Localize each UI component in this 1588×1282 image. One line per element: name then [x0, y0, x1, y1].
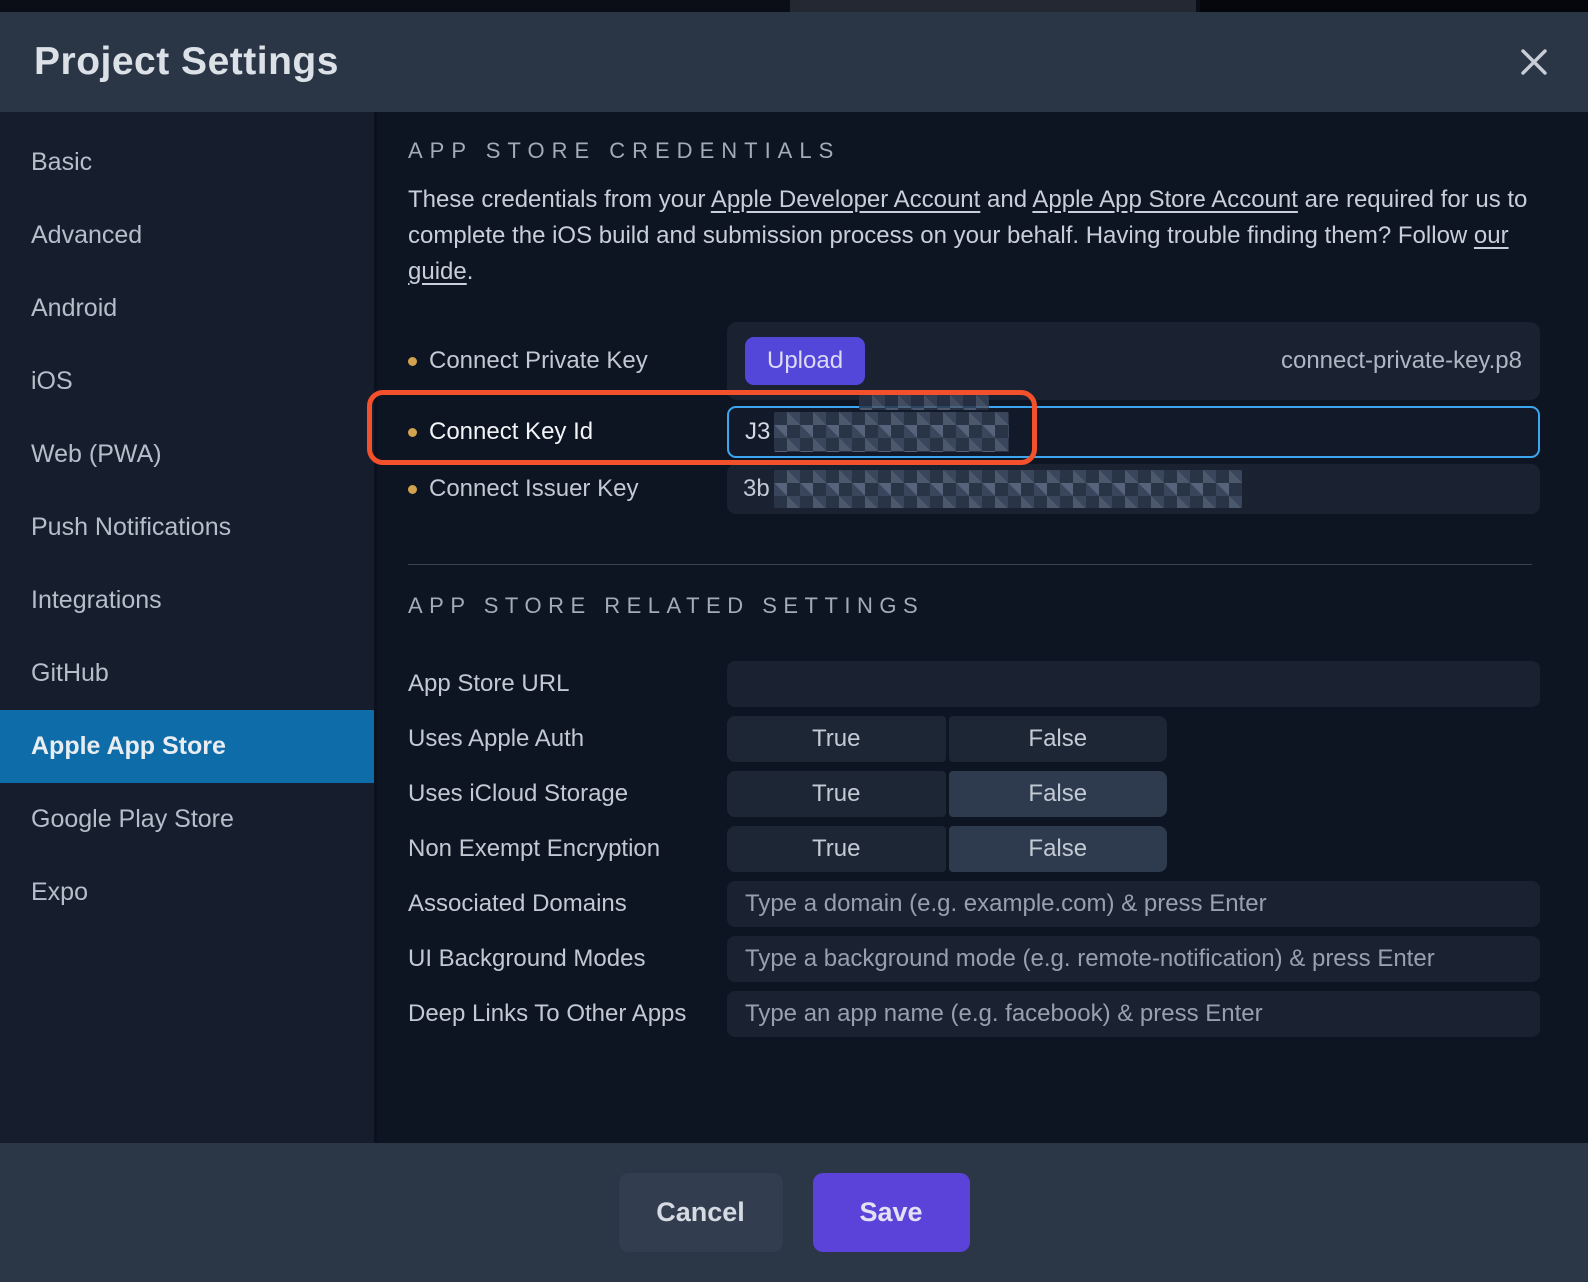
cancel-button[interactable]: Cancel: [619, 1173, 783, 1252]
uses-icloud-storage-label: Uses iCloud Storage: [408, 780, 727, 808]
issuer-key-visible-value: 3b: [743, 475, 770, 503]
upload-button[interactable]: Upload: [745, 337, 865, 385]
settings-sidebar: Basic Advanced Android iOS Web (PWA) Pus…: [0, 112, 377, 1143]
redacted-value: [774, 470, 1242, 508]
sidebar-item-push-notifications[interactable]: Push Notifications: [0, 491, 374, 564]
associated-domains-label: Associated Domains: [408, 890, 727, 918]
sidebar-item-advanced[interactable]: Advanced: [0, 199, 374, 272]
app-store-url-label: App Store URL: [408, 670, 727, 698]
connect-key-id-input[interactable]: J3: [727, 406, 1540, 458]
sidebar-item-apple-app-store[interactable]: Apple App Store: [0, 710, 374, 783]
uses-apple-auth-false-option[interactable]: False: [949, 716, 1168, 762]
ui-background-modes-label: UI Background Modes: [408, 945, 727, 973]
app-store-url-input[interactable]: [727, 661, 1540, 707]
connect-issuer-key-row: Connect Issuer Key 3b: [408, 464, 1540, 514]
close-icon[interactable]: [1514, 42, 1554, 82]
uses-apple-auth-toggle: True False: [727, 716, 1167, 762]
credentials-description: These credentials from your Apple Develo…: [408, 182, 1538, 290]
connect-key-id-label: Connect Key Id: [408, 418, 727, 446]
ui-background-modes-input[interactable]: [727, 936, 1540, 982]
deep-links-row: Deep Links To Other Apps: [408, 991, 1540, 1037]
required-dot-icon: [408, 357, 417, 366]
background-strip-segment: [1200, 0, 1588, 12]
section-heading-related-settings: APP STORE RELATED SETTINGS: [408, 593, 1540, 619]
app-store-url-row: App Store URL: [408, 661, 1540, 707]
apple-app-store-account-link[interactable]: Apple App Store Account: [1032, 186, 1298, 213]
uses-icloud-storage-false-option[interactable]: False: [949, 771, 1168, 817]
sidebar-item-web-pwa[interactable]: Web (PWA): [0, 418, 374, 491]
uploaded-filename: connect-private-key.p8: [1281, 347, 1522, 375]
connect-issuer-key-label: Connect Issuer Key: [408, 475, 727, 503]
modal-footer: Cancel Save: [0, 1143, 1588, 1282]
sidebar-item-google-play-store[interactable]: Google Play Store: [0, 783, 374, 856]
background-strip-segment: [790, 0, 1196, 12]
required-dot-icon: [408, 485, 417, 494]
key-id-visible-value: J3: [745, 418, 770, 446]
settings-content: APP STORE CREDENTIALS These credentials …: [377, 112, 1588, 1143]
sidebar-item-basic[interactable]: Basic: [0, 126, 374, 199]
save-button[interactable]: Save: [813, 1173, 970, 1252]
description-text: These credentials from your: [408, 186, 711, 213]
background-page-strip: [0, 0, 1588, 12]
sidebar-item-github[interactable]: GitHub: [0, 637, 374, 710]
uses-apple-auth-row: Uses Apple Auth True False: [408, 716, 1540, 762]
non-exempt-encryption-true-option[interactable]: True: [727, 826, 946, 872]
uses-icloud-storage-toggle: True False: [727, 771, 1167, 817]
section-divider: [408, 564, 1532, 565]
connect-key-id-row: Connect Key Id J3: [408, 406, 1540, 458]
section-heading-credentials: APP STORE CREDENTIALS: [408, 138, 1540, 164]
redacted-value: [774, 412, 1009, 452]
uses-apple-auth-label: Uses Apple Auth: [408, 725, 727, 753]
ui-background-modes-row: UI Background Modes: [408, 936, 1540, 982]
uses-icloud-storage-row: Uses iCloud Storage True False: [408, 771, 1540, 817]
non-exempt-encryption-row: Non Exempt Encryption True False: [408, 826, 1540, 872]
credentials-rows: Connect Private Key Upload connect-priva…: [408, 322, 1540, 514]
uses-apple-auth-true-option[interactable]: True: [727, 716, 946, 762]
deep-links-label: Deep Links To Other Apps: [408, 1000, 727, 1028]
apple-developer-account-link[interactable]: Apple Developer Account: [711, 186, 981, 213]
sidebar-item-android[interactable]: Android: [0, 272, 374, 345]
associated-domains-row: Associated Domains: [408, 881, 1540, 927]
modal-header: Project Settings: [0, 12, 1588, 112]
sidebar-item-expo[interactable]: Expo: [0, 856, 374, 929]
connect-private-key-label: Connect Private Key: [408, 347, 727, 375]
description-text: .: [467, 258, 474, 285]
deep-links-input[interactable]: [727, 991, 1540, 1037]
description-text: and: [980, 186, 1032, 213]
non-exempt-encryption-label: Non Exempt Encryption: [408, 835, 727, 863]
sidebar-item-ios[interactable]: iOS: [0, 345, 374, 418]
required-dot-icon: [408, 428, 417, 437]
uses-icloud-storage-true-option[interactable]: True: [727, 771, 946, 817]
connect-private-key-row: Connect Private Key Upload connect-priva…: [408, 322, 1540, 400]
redacted-value: [859, 395, 989, 410]
associated-domains-input[interactable]: [727, 881, 1540, 927]
connect-issuer-key-input[interactable]: 3b: [727, 464, 1540, 514]
connect-private-key-field: Upload connect-private-key.p8: [727, 322, 1540, 400]
sidebar-item-integrations[interactable]: Integrations: [0, 564, 374, 637]
non-exempt-encryption-false-option[interactable]: False: [949, 826, 1168, 872]
page-title: Project Settings: [34, 40, 339, 84]
non-exempt-encryption-toggle: True False: [727, 826, 1167, 872]
project-settings-modal: Project Settings Basic Advanced Android …: [0, 0, 1588, 1282]
